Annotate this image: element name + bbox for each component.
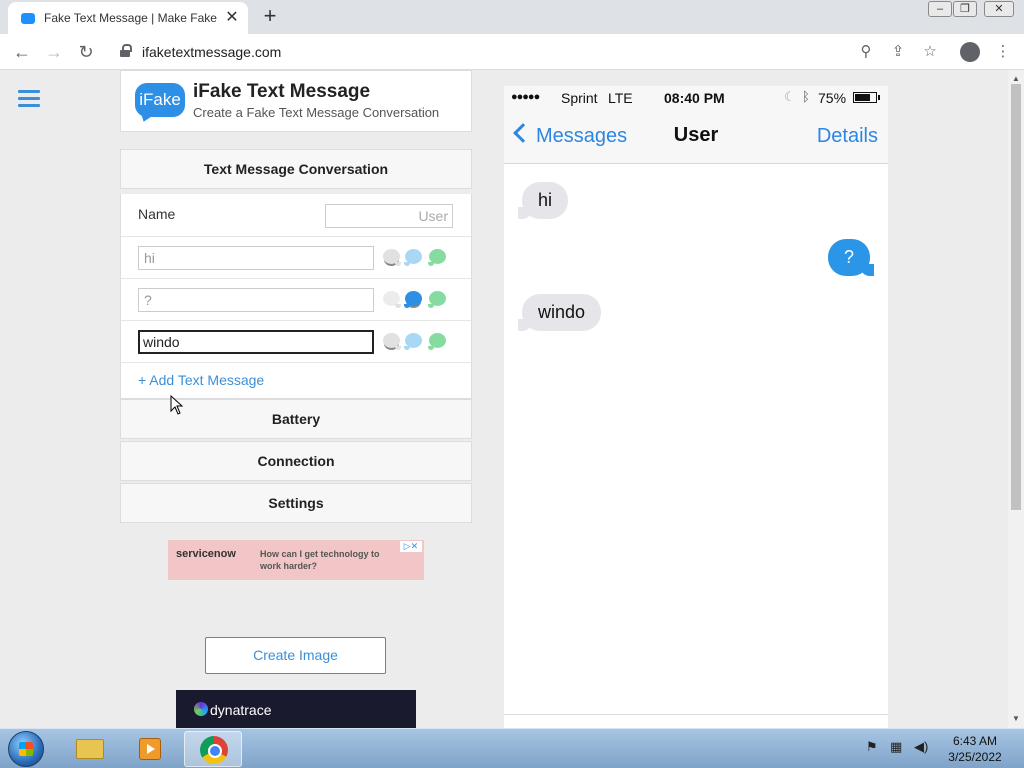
sender-blue-bubble-icon[interactable] <box>404 291 422 308</box>
add-text-message-link[interactable]: + Add Text Message <box>138 372 264 388</box>
page-scrollbar[interactable]: ▲ ▼ <box>1008 70 1024 728</box>
scroll-down-icon[interactable]: ▼ <box>1012 714 1020 723</box>
phone-time: 08:40 PM <box>664 90 725 106</box>
settings-section-header[interactable]: Settings <box>120 483 472 523</box>
message-input[interactable]: windo <box>138 330 374 354</box>
tab-favicon-icon <box>21 13 35 24</box>
bluetooth-icon: ᛒ <box>802 89 810 104</box>
ifake-logo-icon[interactable]: iFake <box>135 83 185 117</box>
clock-date: 3/25/2022 <box>948 750 1002 764</box>
phone-status-bar: ●●●●● Sprint LTE 08:40 PM ☾ ᛒ 75% <box>504 86 888 110</box>
taskbar-clock[interactable]: 6:43 AM 3/25/2022 <box>940 733 1010 765</box>
conversation-section-header[interactable]: Text Message Conversation <box>120 149 472 189</box>
taskbar-chrome[interactable] <box>184 731 242 767</box>
media-player-icon <box>139 738 161 760</box>
hamburger-menu-icon[interactable] <box>18 90 40 108</box>
message-text: windo <box>538 302 586 322</box>
name-label: Name <box>138 206 176 222</box>
share-icon[interactable]: ⇪ <box>887 41 909 63</box>
new-tab-button[interactable]: + <box>258 5 282 29</box>
message-text: ? <box>843 247 854 267</box>
scroll-up-icon[interactable]: ▲ <box>1012 74 1020 83</box>
site-header-card: iFake iFake Text Message Create a Fake T… <box>120 70 472 132</box>
start-button[interactable] <box>8 731 44 767</box>
zoom-icon[interactable]: ⚲ <box>855 41 877 63</box>
message-row: ? <box>120 279 472 321</box>
message-input[interactable]: ? <box>138 288 374 312</box>
add-message-row: + Add Text Message <box>120 363 472 399</box>
profile-avatar-icon[interactable] <box>960 42 980 62</box>
battery-fill <box>855 94 870 101</box>
sender-green-bubble-icon[interactable] <box>428 291 446 308</box>
outgoing-message-bubble: ? <box>827 239 875 276</box>
folder-icon <box>76 739 104 759</box>
site-title: iFake Text Message <box>193 81 371 102</box>
tab-close-icon[interactable]: ✕ <box>222 8 242 28</box>
forward-icon[interactable]: → <box>42 40 66 64</box>
phone-divider <box>504 714 888 715</box>
taskbar-explorer[interactable] <box>60 731 118 767</box>
battery-icon <box>853 92 877 103</box>
browser-titlebar: Fake Text Message | Make Fake Te ✕ + ‒ ❐… <box>0 0 1024 34</box>
address-bar[interactable]: ifaketextmessage.com <box>142 44 281 60</box>
close-window-button[interactable]: ✕ <box>984 1 1014 17</box>
dynatrace-brand: dynatrace <box>210 702 272 718</box>
phone-preview: ●●●●● Sprint LTE 08:40 PM ☾ ᛒ 75% Messag… <box>504 86 888 728</box>
sender-grey-bubble-icon[interactable] <box>383 333 401 350</box>
message-row: hi <box>120 237 472 279</box>
chrome-icon <box>200 736 228 764</box>
servicenow-ad-banner[interactable]: servicenow How can I get technology to w… <box>168 540 424 580</box>
browser-tab[interactable]: Fake Text Message | Make Fake Te ✕ <box>8 2 248 34</box>
sender-blue-bubble-icon[interactable] <box>404 249 422 266</box>
taskbar-media-player[interactable] <box>121 731 179 767</box>
sender-blue-bubble-icon[interactable] <box>404 333 422 350</box>
network-icon[interactable]: ▦ <box>890 739 902 755</box>
back-icon[interactable]: ← <box>10 40 34 64</box>
message-row: windo <box>120 321 472 363</box>
windows-logo-icon <box>19 742 33 756</box>
tab-title: Fake Text Message | Make Fake Te <box>44 11 220 25</box>
name-row: Name User <box>120 194 472 237</box>
sender-grey-bubble-icon[interactable] <box>383 249 401 266</box>
details-label: Details <box>816 125 878 147</box>
moon-icon: ☾ <box>784 89 796 104</box>
dynatrace-ad-banner[interactable]: dynatrace <box>176 690 416 728</box>
restore-button[interactable]: ❐ <box>953 1 977 17</box>
page-content: iFake iFake Text Message Create a Fake T… <box>0 70 1008 728</box>
ad-text: How can I get technology to work harder? <box>260 549 380 571</box>
menu-kebab-icon[interactable]: ⋮ <box>992 41 1014 63</box>
network-label: LTE <box>608 90 633 106</box>
ad-close-icon[interactable]: ▷✕ <box>400 541 422 552</box>
battery-percent: 75% <box>818 90 847 106</box>
reload-icon[interactable]: ↻ <box>74 40 98 64</box>
scroll-thumb[interactable] <box>1011 84 1021 510</box>
windows-taskbar: ⚑ ▦ ◀) 6:43 AM 3/25/2022 <box>0 728 1024 768</box>
action-center-icon[interactable]: ⚑ <box>866 739 878 755</box>
browser-toolbar: ← → ↻ ifaketextmessage.com ⚲ ⇪ ☆ ⋮ <box>0 34 1024 70</box>
clock-time: 6:43 AM <box>952 734 998 748</box>
ad-brand: servicenow <box>176 548 236 560</box>
battery-tip <box>878 95 880 100</box>
incoming-message-bubble: hi <box>517 182 569 219</box>
bookmark-star-icon[interactable]: ☆ <box>919 41 941 63</box>
sender-green-bubble-icon[interactable] <box>428 333 446 350</box>
message-input[interactable]: hi <box>138 246 374 270</box>
create-image-button[interactable]: Create Image <box>205 637 386 674</box>
name-input[interactable]: User <box>325 204 453 228</box>
volume-icon[interactable]: ◀) <box>914 739 928 755</box>
carrier-label: Sprint <box>561 90 598 106</box>
message-text: hi <box>538 190 553 210</box>
sender-grey-bubble-icon[interactable] <box>383 291 401 308</box>
signal-strength-icon: ●●●●● <box>511 91 540 103</box>
minimize-button[interactable]: ‒ <box>928 1 952 17</box>
connection-section-header[interactable]: Connection <box>120 441 472 481</box>
dynatrace-logo-icon <box>194 702 208 716</box>
messages-navbar: Messages User Details <box>504 110 888 164</box>
sender-green-bubble-icon[interactable] <box>428 249 446 266</box>
site-subtitle: Create a Fake Text Message Conversation <box>193 105 440 120</box>
lock-icon[interactable] <box>120 44 132 58</box>
incoming-message-bubble: windo <box>517 294 602 331</box>
